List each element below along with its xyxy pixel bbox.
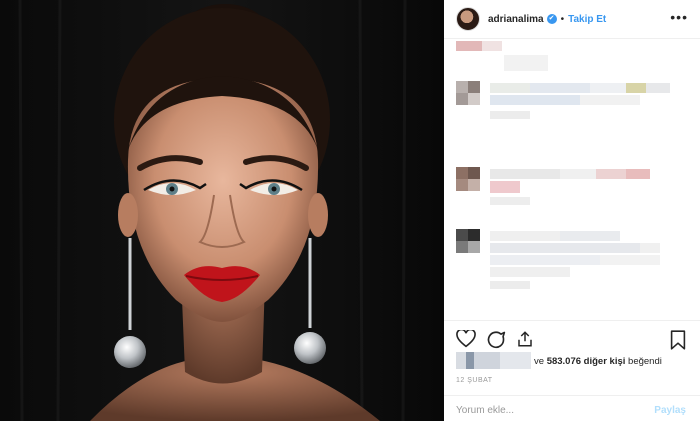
likes-text[interactable]: ve 583.076 diğer kişi beğendi <box>534 356 662 367</box>
bookmark-icon[interactable] <box>670 330 686 350</box>
comment-pixelated <box>456 229 676 289</box>
likes-suffix: beğendi <box>628 356 662 367</box>
comment-pixelated <box>456 167 676 207</box>
username-link[interactable]: adrianalima <box>488 14 544 25</box>
comment-pixelated <box>456 41 548 71</box>
post-date[interactable]: 12 ŞUBAT <box>456 377 493 384</box>
instagram-post: adrianalima ✔ • Takip Et ••• ve 583.076 … <box>0 0 700 421</box>
likes-count[interactable]: 583.076 diğer kişi <box>547 356 626 367</box>
comments-list[interactable] <box>444 39 700 320</box>
comment-input[interactable]: Yorum ekle... <box>456 405 514 416</box>
post-side-panel: adrianalima ✔ • Takip Et ••• ve 583.076 … <box>444 0 700 421</box>
comment-icon[interactable] <box>486 330 506 350</box>
likes-prefix: ve <box>534 356 545 367</box>
likes-summary: ve 583.076 diğer kişi beğendi <box>456 352 696 371</box>
portrait-image <box>0 0 444 421</box>
post-comment-button[interactable]: Paylaş <box>654 405 686 416</box>
liker-pixelated[interactable] <box>456 352 531 369</box>
avatar[interactable] <box>456 7 480 31</box>
comment-pixelated <box>456 81 676 121</box>
header-separator: • <box>560 13 565 25</box>
verified-badge-icon: ✔ <box>546 14 557 24</box>
post-actions <box>444 320 700 355</box>
comment-box: Yorum ekle... Paylaş <box>444 395 700 422</box>
more-options-icon[interactable]: ••• <box>670 9 688 25</box>
post-header: adrianalima ✔ • Takip Et ••• <box>444 0 700 39</box>
follow-button[interactable]: Takip Et <box>568 14 606 25</box>
share-icon[interactable] <box>516 330 534 348</box>
post-photo[interactable] <box>0 0 444 421</box>
heart-icon[interactable] <box>456 330 476 348</box>
